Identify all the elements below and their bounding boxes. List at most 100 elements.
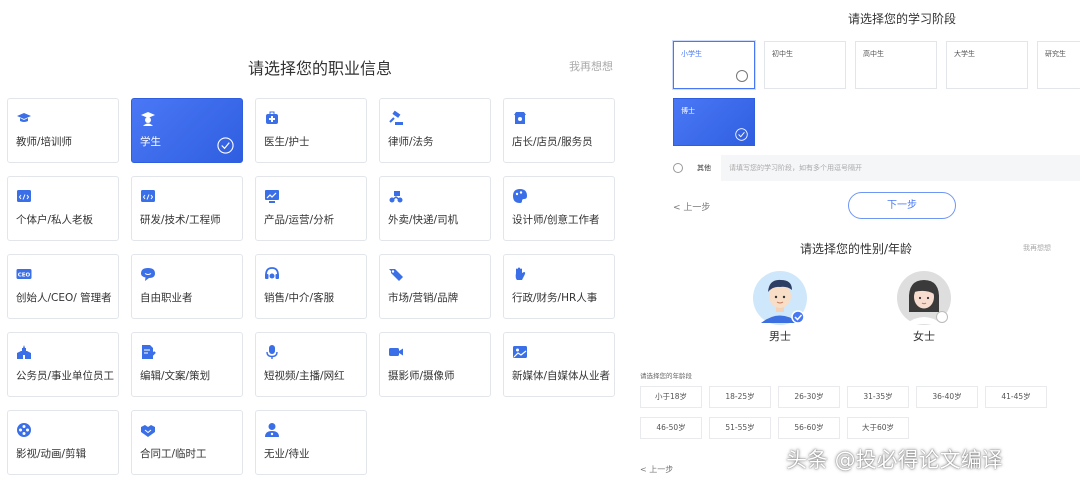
occupation-card-label: 无业/待业 [264, 448, 310, 460]
gender-prev-step-button[interactable]: < 上一步 [640, 464, 673, 475]
microphone-icon [264, 344, 280, 360]
occupation-card-label: 教师/培训师 [16, 136, 73, 148]
study-stage-card[interactable]: 大学生 [946, 41, 1028, 89]
age-range-chip[interactable]: 26-30岁 [778, 386, 840, 408]
occupation-card[interactable]: 编辑/文案/策划 [131, 332, 243, 397]
chart-board-icon [264, 188, 280, 204]
age-range-chip[interactable]: 56-60岁 [778, 417, 840, 439]
occupation-panel: 请选择您的职业信息 我再想想 教师/培训师 学生 医生/护士 律师/法务 店长/店员/服… [0, 0, 625, 487]
occupation-card[interactable]: 外卖/快递/司机 [379, 176, 491, 241]
occupation-card-label: 产品/运营/分析 [264, 214, 335, 226]
occupation-card[interactable]: 短视频/主播/网红 [255, 332, 367, 397]
government-building-icon [16, 344, 32, 360]
store-icon [512, 110, 528, 126]
occupation-card-label: 医生/护士 [264, 136, 310, 148]
occupation-card[interactable]: 律师/法务 [379, 98, 491, 163]
age-range-chip[interactable]: 大于60岁 [847, 417, 909, 439]
occupation-card[interactable]: 新媒体/自媒体从业者 [503, 332, 615, 397]
age-range-label: 请选择您的年龄段 [640, 372, 692, 380]
palette-icon [512, 188, 528, 204]
study-stage-card[interactable]: 博士 [673, 98, 755, 146]
media-image-icon [512, 344, 528, 360]
occupation-title: 请选择您的职业信息 [247, 59, 392, 78]
age-range-chip[interactable]: 41-45岁 [985, 386, 1047, 408]
study-stage-label: 初中生 [772, 50, 793, 58]
occupation-card[interactable]: 学生 [131, 98, 243, 163]
occupation-card-label: 市场/营销/品牌 [388, 292, 459, 304]
student-icon [140, 110, 156, 126]
study-stage-card[interactable]: 高中生 [855, 41, 937, 89]
gavel-icon [388, 110, 404, 126]
film-reel-icon [16, 422, 32, 438]
occupation-card-label: 短视频/主播/网红 [264, 370, 345, 382]
age-range-chip[interactable]: 18-25岁 [709, 386, 771, 408]
male-label: 男士 [769, 330, 791, 343]
occupation-card-label: 影视/动画/剪辑 [16, 448, 87, 460]
occupation-card-label: 创始人/CEO/ 管理者 [16, 292, 112, 304]
tag-icon [388, 266, 404, 282]
occupation-card[interactable]: 合同工/临时工 [131, 410, 243, 475]
occupation-card-label: 设计师/创意工作者 [512, 214, 600, 226]
study-stage-card[interactable]: 初中生 [764, 41, 846, 89]
next-step-button[interactable]: 下一步 [848, 192, 956, 219]
occupation-card[interactable]: 自由职业者 [131, 254, 243, 319]
study-stage-label: 小学生 [681, 50, 702, 58]
study-stage-card[interactable]: 研究生 [1037, 41, 1080, 89]
occupation-card-label: 公务员/事业单位员工 [16, 370, 115, 382]
other-stage-label: 其他 [697, 164, 711, 172]
occupation-grid: 教师/培训师 学生 医生/护士 律师/法务 店长/店员/服务员个体户/私人老板 研发/技术… [7, 98, 617, 478]
other-stage-row: 其他 [673, 155, 1080, 181]
male-avatar-icon [753, 271, 807, 325]
occupation-card[interactable]: 医生/护士 [255, 98, 367, 163]
hand-icon [512, 266, 528, 282]
occupation-card[interactable]: 个体户/私人老板 [7, 176, 119, 241]
headset-icon [264, 266, 280, 282]
occupation-card[interactable]: 无业/待业 [255, 410, 367, 475]
occupation-card[interactable]: CEO 创始人/CEO/ 管理者 [7, 254, 119, 319]
study-stage-title: 请选择您的学习阶段 [848, 12, 957, 26]
age-range-chip[interactable]: 46-50岁 [640, 417, 702, 439]
age-range-chip[interactable]: 36-40岁 [916, 386, 978, 408]
person-icon [264, 422, 280, 438]
occupation-card[interactable]: 设计师/创意工作者 [503, 176, 615, 241]
profile-panel: 请选择您的学习阶段 小学生 初中生 高中生 大学生 研究生博士 其他 < 上一步 下一步… [628, 0, 1080, 487]
prev-step-button[interactable]: < 上一步 [673, 200, 710, 213]
occupation-card[interactable]: 市场/营销/品牌 [379, 254, 491, 319]
occupation-card[interactable]: 产品/运营/分析 [255, 176, 367, 241]
study-stage-card[interactable]: 小学生 [673, 41, 755, 89]
gender-option-male[interactable]: 男士 [745, 270, 815, 346]
video-camera-icon [388, 344, 404, 360]
age-range-chip[interactable]: 小于18岁 [640, 386, 702, 408]
female-label: 女士 [913, 330, 935, 343]
study-stage-label: 研究生 [1045, 50, 1066, 58]
occupation-card-label: 研发/技术/工程师 [140, 214, 221, 226]
occupation-card[interactable]: 摄影师/摄像师 [379, 332, 491, 397]
occupation-card-label: 学生 [140, 136, 161, 148]
study-stage-label: 高中生 [863, 50, 884, 58]
occupation-card[interactable]: 研发/技术/工程师 [131, 176, 243, 241]
age-range-chip[interactable]: 31-35岁 [847, 386, 909, 408]
occupation-card-label: 编辑/文案/策划 [140, 370, 211, 382]
code-window-icon [16, 188, 32, 204]
occupation-card[interactable]: 影视/动画/剪辑 [7, 410, 119, 475]
study-stage-label: 大学生 [954, 50, 975, 58]
occupation-card-label: 外卖/快递/司机 [388, 214, 459, 226]
other-stage-radio[interactable] [673, 163, 683, 173]
occupation-later-link[interactable]: 我再想想 [569, 58, 613, 74]
occupation-card-label: 律师/法务 [388, 136, 434, 148]
occupation-card[interactable]: 公务员/事业单位员工 [7, 332, 119, 397]
occupation-card-label: 自由职业者 [140, 292, 193, 304]
age-range-chip[interactable]: 51-55岁 [709, 417, 771, 439]
watermark: 头条 @投必得论文编译 [786, 448, 1003, 472]
gender-later-link[interactable]: 我再想想 [1023, 243, 1051, 253]
graduation-cap-icon [16, 110, 32, 126]
occupation-card-label: 销售/中介/客服 [264, 292, 335, 304]
occupation-card[interactable]: 销售/中介/客服 [255, 254, 367, 319]
occupation-card[interactable]: 店长/店员/服务员 [503, 98, 615, 163]
ceo-badge-icon: CEO [16, 266, 32, 282]
other-stage-input[interactable] [721, 155, 1080, 181]
occupation-card[interactable]: 行政/财务/HR人事 [503, 254, 615, 319]
edit-document-icon [140, 344, 156, 360]
occupation-card[interactable]: 教师/培训师 [7, 98, 119, 163]
gender-option-female[interactable]: 女士 [889, 270, 959, 346]
